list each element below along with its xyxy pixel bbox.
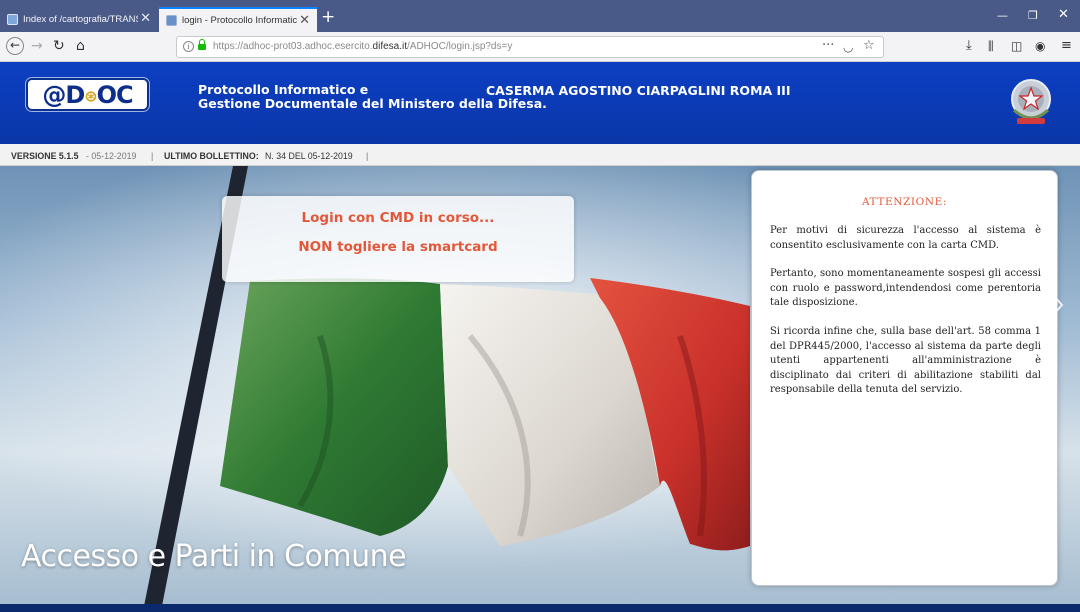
download-icon[interactable]: ⤓ xyxy=(966,38,972,54)
close-icon[interactable]: ✕ xyxy=(1058,8,1069,21)
caserma-name: CASERMA AGOSTINO CIARPAGLINI ROMA III xyxy=(486,83,791,98)
back-arrow-icon[interactable]: ← xyxy=(6,37,24,55)
tab-login[interactable]: login - Protocollo Informatico ✕ xyxy=(159,7,317,32)
url-text: https://adhoc-prot03.adhoc.esercito.dife… xyxy=(213,41,513,52)
bookmark-star-icon[interactable]: ☆ xyxy=(863,38,875,54)
home-icon[interactable]: ⌂ xyxy=(76,38,85,54)
login-progress-text: Login con CMD in corso... xyxy=(301,210,495,226)
plus-icon[interactable]: + xyxy=(321,9,335,26)
menu-icon[interactable]: ≡ xyxy=(1061,38,1072,54)
notice-paragraph: Per motivi di sicurezza l'accesso al sis… xyxy=(770,225,1041,251)
tab-title: login - Protocollo Informatico xyxy=(182,15,297,26)
minimize-icon[interactable]: — xyxy=(997,10,1008,21)
sidebar-icon[interactable]: ◫ xyxy=(1011,38,1022,54)
address-bar[interactable]: i https://adhoc-prot03.adhoc.esercito.di… xyxy=(176,36,884,58)
italian-republic-emblem-icon xyxy=(1011,79,1051,124)
hero-title: Accesso e Parti in Comune xyxy=(21,539,407,574)
close-tab-icon[interactable]: ✕ xyxy=(140,11,151,24)
bottom-strip xyxy=(0,604,1080,612)
close-tab-icon[interactable]: ✕ xyxy=(299,13,310,26)
account-icon[interactable]: ◉ xyxy=(1035,38,1045,54)
tab-index-cartografia[interactable]: Index of /cartografia/TRANSIT ✕ xyxy=(0,7,158,32)
bollettino-value: N. 34 DEL 05-12-2019 xyxy=(265,151,353,161)
more-dots-icon[interactable]: ··· xyxy=(822,38,834,54)
reload-icon[interactable]: ↻ xyxy=(53,38,65,54)
notice-paragraph: Si ricorda infine che, sulla base dell'a… xyxy=(770,326,1041,395)
pocket-icon[interactable]: ◡ xyxy=(843,39,853,55)
info-icon[interactable]: i xyxy=(183,41,194,52)
tab-title: Index of /cartografia/TRANSIT xyxy=(23,14,138,25)
separator: | xyxy=(366,151,369,161)
bollettino-label: ULTIMO BOLLETTINO: xyxy=(164,151,259,161)
notice-heading: ATTENZIONE: xyxy=(861,196,948,208)
page-favicon-icon xyxy=(166,15,177,26)
version-label: VERSIONE 5.1.5 xyxy=(11,151,79,161)
version-bar: VERSIONE 5.1.5 - 05-12-2019 | ULTIMO BOL… xyxy=(0,144,1080,166)
library-icon[interactable]: ⫼ xyxy=(988,38,994,54)
version-date: - 05-12-2019 xyxy=(86,151,137,161)
separator: | xyxy=(151,151,154,161)
site-header: @D⊛OC Protocollo Informatico e Gestione … xyxy=(0,62,1080,144)
browser-tab-bar: Index of /cartografia/TRANSIT ✕ login - … xyxy=(0,0,1080,32)
notice-paragraph: Pertanto, sono momentaneamente sospesi g… xyxy=(770,268,1041,308)
forward-arrow-icon[interactable]: → xyxy=(31,38,43,54)
browser-nav-bar: ← → ↻ ⌂ i https://adhoc-prot03.adhoc.ese… xyxy=(0,32,1080,62)
restore-icon[interactable]: ❐ xyxy=(1028,10,1038,21)
folder-favicon-icon xyxy=(7,14,18,25)
chevron-right-icon[interactable] xyxy=(1046,290,1066,320)
lock-icon[interactable] xyxy=(198,39,206,51)
adhoc-logo[interactable]: @D⊛OC xyxy=(26,78,149,111)
login-status-box: Login con CMD in corso... NON togliere l… xyxy=(222,196,574,282)
notice-panel: ATTENZIONE: Per motivi di sicurezza l'ac… xyxy=(751,170,1058,586)
smartcard-warning-text: NON togliere la smartcard xyxy=(298,239,498,255)
screen: Index of /cartografia/TRANSIT ✕ login - … xyxy=(0,0,1080,612)
star-icon: ⊛ xyxy=(84,86,97,105)
